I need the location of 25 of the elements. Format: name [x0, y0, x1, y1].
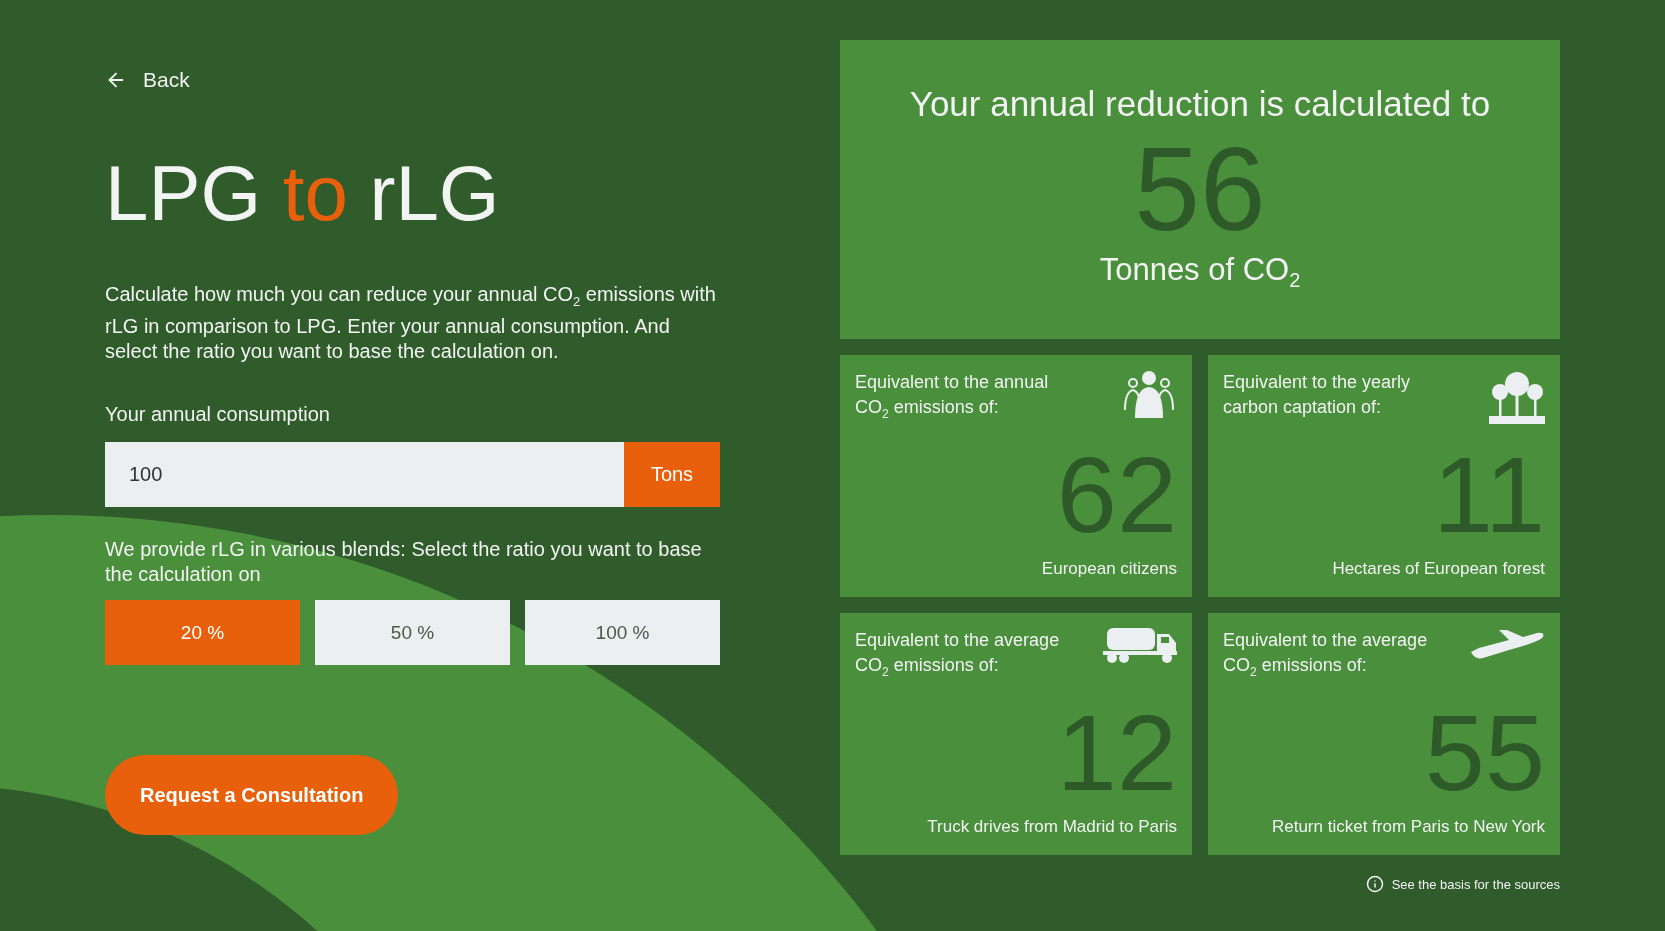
description-text: Calculate how much you can reduce your annual CO$_{2}$ emissions with rLG in comparison to LPG. Enter your annual consumption. And select the ratio you want to base the calculation on.: [105, 282, 717, 364]
trees-icon: [1489, 370, 1545, 424]
consumption-field[interactable]: 100: [105, 442, 624, 507]
equivalent-text: Equivalent to the average CO$_{2}$ emissions of:: [1223, 629, 1429, 681]
equivalent-caption: Return ticket from Paris to New York: [1271, 817, 1545, 837]
truck-icon: [1103, 628, 1177, 664]
ratio-button[interactable]: 50 %: [315, 600, 510, 665]
equivalent-text: Equivalent to the average CO$_{2}$ emissions of:: [855, 629, 1061, 681]
ratio-button[interactable]: 20 %: [105, 600, 300, 665]
equivalent-text: Equivalent to the yearly carbon captation of:: [1223, 371, 1412, 419]
equivalent-text: Equivalent to the annual CO$_{2}$ emissions of:: [855, 371, 1050, 423]
back-link[interactable]: Back: [105, 68, 190, 92]
ratio-button[interactable]: 100 %: [525, 600, 720, 665]
info-icon: [1365, 875, 1384, 893]
sources-link[interactable]: See the basis for the sources: [1365, 875, 1560, 893]
equivalent-caption: Truck drives from Madrid to Paris: [927, 817, 1177, 837]
equivalent-caption: Hectares of European forest: [1332, 559, 1545, 579]
consultation-button[interactable]: Request a Consultation: [105, 755, 399, 835]
consumption-label: Your annual consumption: [105, 402, 330, 427]
result-unit: Tonnes of CO$_{2}$: [1099, 252, 1301, 293]
result-heading: Your annual reduction is calculated to: [909, 84, 1491, 124]
equivalent-caption: European citizens: [1041, 559, 1177, 579]
page-title: LPG to rLG: [105, 154, 500, 232]
blends-label: We provide rLG in various blends: Select the ratio you want to base the calculation on: [105, 537, 703, 587]
unit-label: Tons: [624, 442, 720, 507]
